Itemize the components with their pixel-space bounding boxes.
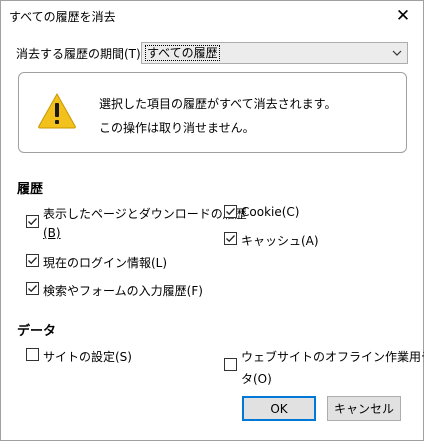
time-range-select[interactable]: すべての履歴 — [141, 42, 408, 64]
time-range-label: 消去する履歴の期間(T): — [16, 46, 145, 61]
dialog-title: すべての履歴を消去 — [9, 10, 116, 24]
label-cookies: Cookie(C) — [241, 205, 300, 219]
label-active-logins: 現在のログイン情報(L) — [43, 256, 168, 270]
checkmark-icon — [28, 218, 37, 226]
label-browsing-history-line2: (B) — [43, 226, 61, 240]
checkbox-cache[interactable] — [224, 232, 237, 245]
close-icon: ✕ — [395, 5, 411, 26]
cancel-button[interactable]: キャンセル — [327, 396, 401, 421]
warning-text-line2: この操作は取り消せません。 — [99, 121, 255, 135]
title-bar: すべての履歴を消去 ✕ — [1, 1, 423, 31]
label-offline-data-line1: ウェブサイトのオフライン作業用デー — [241, 350, 424, 364]
checkmark-icon — [226, 208, 235, 216]
history-section-title: 履歴 — [17, 182, 44, 197]
checkmark-icon — [28, 257, 37, 265]
checkbox-offline-data[interactable] — [224, 358, 237, 371]
checkbox-active-logins[interactable] — [26, 254, 39, 267]
label-form-search-history: 検索やフォームの入力履歴(F) — [43, 284, 203, 298]
data-section-title: データ — [17, 324, 57, 339]
time-range-value: すべての履歴 — [145, 45, 220, 61]
label-site-settings: サイトの設定(S) — [43, 350, 132, 364]
label-offline-data-line2: タ(O) — [241, 372, 272, 386]
checkbox-browsing-history[interactable] — [26, 215, 39, 228]
checkbox-form-search-history[interactable] — [26, 282, 39, 295]
warning-triangle-icon — [38, 92, 76, 129]
checkmark-icon — [28, 285, 37, 293]
checkmark-icon — [226, 235, 235, 243]
label-browsing-history-line1: 表示したページとダウンロードの履歴 — [43, 207, 247, 221]
chevron-down-icon — [392, 50, 402, 56]
checkbox-site-settings[interactable] — [26, 348, 39, 361]
warning-text-line1: 選択した項目の履歴がすべて消去されます。 — [99, 97, 337, 111]
checkbox-cookies[interactable] — [224, 205, 237, 218]
label-cache: キャッシュ(A) — [241, 234, 319, 248]
time-range-row: 消去する履歴の期間(T): すべての履歴 — [16, 42, 408, 64]
clear-history-dialog: すべての履歴を消去 ✕ 消去する履歴の期間(T): すべての履歴 選択した項目の… — [0, 0, 424, 441]
ok-button[interactable]: OK — [242, 396, 316, 421]
close-button[interactable]: ✕ — [391, 5, 415, 27]
warning-box: 選択した項目の履歴がすべて消去されます。 この操作は取り消せません。 — [18, 72, 407, 153]
